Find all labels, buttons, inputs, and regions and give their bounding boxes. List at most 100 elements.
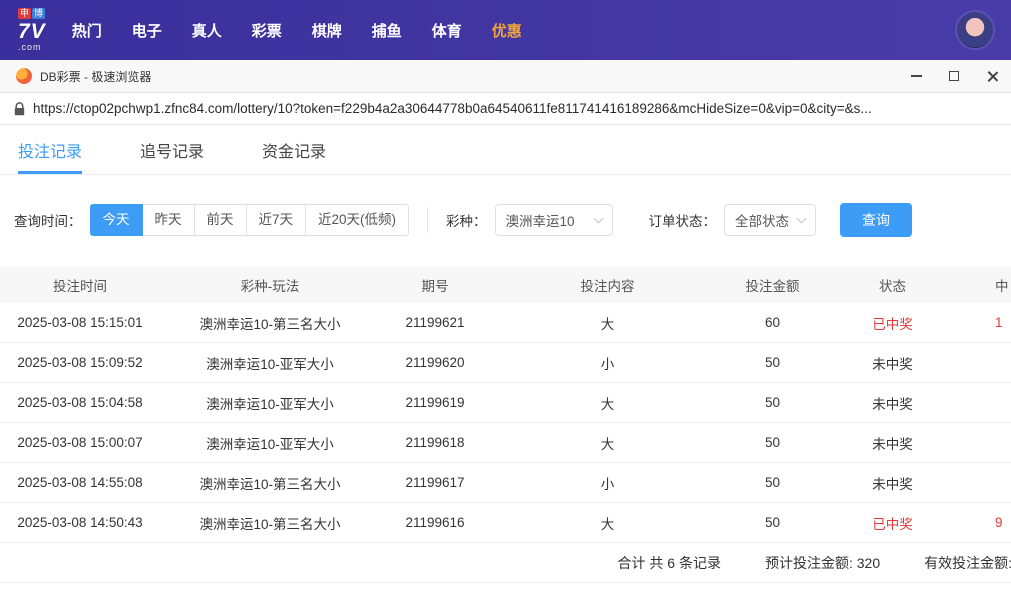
time-option-7days[interactable]: 近7天	[245, 204, 307, 236]
summary-valid: 有效投注金额:	[924, 554, 1011, 571]
maximize-button[interactable]	[935, 60, 973, 92]
header-bet-content: 投注内容	[580, 279, 635, 294]
chevron-down-icon	[593, 213, 603, 223]
table-row: 2025-03-08 14:50:43 澳洲幸运10-第三名大小 2119961…	[0, 503, 1011, 543]
nav-item-promo[interactable]: 优惠	[492, 20, 522, 41]
site-logo[interactable]: 申 博 7V .com	[18, 8, 46, 52]
issue-number: 21199616	[405, 515, 465, 530]
header-bet-time: 投注时间	[53, 279, 107, 294]
lottery-select-value: 澳洲幸运10	[505, 214, 575, 229]
time-filter-group: 今天 昨天 前天 近7天 近20天(低频)	[89, 204, 410, 236]
status-badge: 已中奖	[872, 316, 913, 332]
issue-number: 21199618	[405, 435, 465, 450]
nav-item-hot[interactable]: 热门	[72, 20, 102, 41]
time-filter-label: 查询时间：	[14, 214, 82, 229]
records-table: 投注时间 彩种-玩法 期号 投注内容 投注金额 状态 中 2025-03-08 …	[0, 267, 1011, 583]
game-name: 澳洲幸运10-第三名大小	[199, 476, 341, 492]
query-button[interactable]: 查询	[840, 203, 913, 237]
issue-number: 21199617	[405, 475, 465, 490]
bet-time: 2025-03-08 15:04:58	[17, 395, 143, 410]
time-option-today[interactable]: 今天	[89, 204, 143, 236]
bet-amount: 50	[764, 515, 781, 530]
header-issue: 期号	[421, 279, 449, 294]
issue-number: 21199620	[405, 355, 465, 370]
prize-amount: 9	[995, 515, 1003, 530]
bet-time: 2025-03-08 14:55:08	[17, 475, 143, 490]
order-status-select[interactable]: 全部状态	[724, 204, 817, 236]
bet-amount: 50	[764, 435, 781, 450]
minimize-button[interactable]	[897, 60, 935, 92]
browser-titlebar: DB彩票 - 极速浏览器	[0, 60, 1011, 93]
minimize-icon	[910, 75, 922, 77]
nav-item-fishing[interactable]: 捕鱼	[372, 20, 402, 41]
header-bet-amount: 投注金额	[745, 279, 800, 294]
table-row: 2025-03-08 15:00:07 澳洲幸运10-亚军大小 21199618…	[0, 423, 1011, 463]
time-option-yesterday[interactable]: 昨天	[141, 204, 195, 236]
table-row: 2025-03-08 15:09:52 澳洲幸运10-亚军大小 21199620…	[0, 343, 1011, 383]
bet-content: 大	[600, 316, 615, 332]
table-row: 2025-03-08 15:04:58 澳洲幸运10-亚军大小 21199619…	[0, 383, 1011, 423]
game-name: 澳洲幸运10-亚军大小	[206, 396, 334, 412]
browser-favicon-icon	[16, 68, 32, 84]
issue-number: 21199619	[405, 395, 465, 410]
bet-amount: 50	[764, 475, 781, 490]
tab-bet-records[interactable]: 投注记录	[18, 125, 83, 174]
avatar[interactable]	[955, 10, 995, 50]
nav-item-cards[interactable]: 棋牌	[312, 20, 342, 41]
filter-bar: 查询时间： 今天 昨天 前天 近7天 近20天(低频) 彩种： 澳洲幸运10 订…	[0, 175, 1011, 267]
bet-content: 小	[600, 356, 615, 372]
status-badge: 已中奖	[872, 516, 913, 532]
header-prize: 中	[995, 279, 1009, 294]
close-button[interactable]	[973, 60, 1011, 92]
maximize-icon	[949, 71, 959, 81]
bet-amount: 50	[764, 355, 781, 370]
time-option-daybefore[interactable]: 前天	[193, 204, 247, 236]
filter-divider	[427, 207, 429, 233]
nav-item-sports[interactable]: 体育	[432, 20, 462, 41]
bet-amount: 50	[764, 395, 781, 410]
table-row: 2025-03-08 15:15:01 澳洲幸运10-第三名大小 2119962…	[0, 303, 1011, 343]
table-row: 2025-03-08 14:55:08 澳洲幸运10-第三名大小 2119961…	[0, 463, 1011, 503]
status-badge: 未中奖	[872, 476, 913, 492]
status-badge: 未中奖	[872, 356, 913, 372]
nav-item-lottery[interactable]: 彩票	[252, 20, 282, 41]
bet-time: 2025-03-08 15:15:01	[17, 315, 143, 330]
header-game: 彩种-玩法	[240, 279, 300, 294]
bet-time: 2025-03-08 14:50:43	[17, 515, 143, 530]
issue-number: 21199621	[405, 315, 465, 330]
header-status: 状态	[879, 279, 906, 294]
bet-amount: 60	[764, 315, 781, 330]
status-badge: 未中奖	[872, 436, 913, 452]
bet-content: 大	[600, 516, 615, 532]
tab-fund-records[interactable]: 资金记录	[262, 125, 326, 174]
summary-expected: 预计投注金额: 320	[764, 554, 881, 571]
game-name: 澳洲幸运10-第三名大小	[199, 316, 341, 332]
status-filter-label: 订单状态：	[648, 214, 717, 229]
address-bar[interactable]: https://ctop02pchwp1.zfnc84.com/lottery/…	[0, 93, 1011, 125]
url-text: https://ctop02pchwp1.zfnc84.com/lottery/…	[33, 101, 872, 116]
lottery-select[interactable]: 澳洲幸运10	[494, 204, 613, 236]
game-name: 澳洲幸运10-亚军大小	[206, 356, 334, 372]
lottery-filter-label: 彩种：	[446, 214, 487, 229]
chevron-down-icon	[796, 213, 807, 223]
nav-item-live[interactable]: 真人	[192, 20, 222, 41]
table-header-row: 投注时间 彩种-玩法 期号 投注内容 投注金额 状态 中	[0, 267, 1011, 303]
main-nav: 热门 电子 真人 彩票 棋牌 捕鱼 体育 优惠	[72, 20, 522, 41]
prize-amount: 1	[995, 315, 1003, 330]
nav-item-slots[interactable]: 电子	[132, 20, 162, 41]
game-name: 澳洲幸运10-第三名大小	[199, 516, 341, 532]
tab-chase-records[interactable]: 追号记录	[140, 125, 204, 174]
bet-time: 2025-03-08 15:09:52	[17, 355, 143, 370]
window-controls	[897, 60, 1011, 92]
close-icon	[986, 70, 999, 83]
status-badge: 未中奖	[872, 396, 913, 412]
logo-suffix: .com	[18, 42, 42, 52]
summary-total: 合计 共 6 条记录	[617, 554, 721, 571]
window-title: DB彩票 - 极速浏览器	[40, 69, 152, 84]
site-header: 申 博 7V .com 热门 电子 真人 彩票 棋牌 捕鱼 体育 优惠	[0, 0, 1011, 60]
logo-badge: 申 博	[18, 8, 46, 19]
time-option-20days[interactable]: 近20天(低频)	[305, 204, 410, 236]
bet-content: 小	[600, 476, 615, 492]
logo-badge-left: 申	[18, 8, 32, 19]
bet-content: 大	[600, 396, 615, 412]
